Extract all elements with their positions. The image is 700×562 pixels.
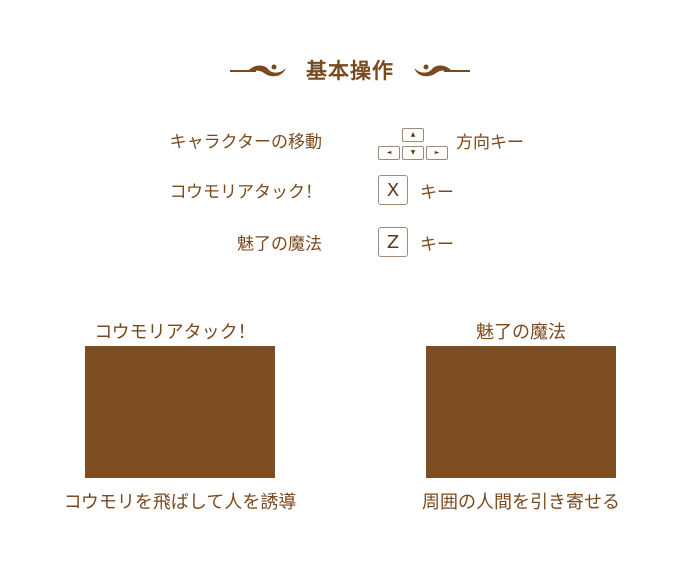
z-key: Z bbox=[378, 227, 408, 257]
panel-image-bat-attack bbox=[85, 346, 275, 478]
control-label-move: キャラクターの移動 bbox=[169, 132, 322, 153]
ornament-left-icon bbox=[230, 64, 286, 77]
move-keys: ▲ ◄ ▼ ► 方向キー bbox=[378, 120, 524, 160]
panel-image-charm bbox=[426, 346, 616, 478]
control-suffix-bat-attack: キー bbox=[420, 182, 454, 203]
control-row-move: キャラクターの移動 ▲ ◄ ▼ ► 方向キー bbox=[0, 120, 700, 160]
ornament-right-icon bbox=[414, 64, 470, 77]
control-suffix-charm: キー bbox=[420, 234, 454, 255]
arrow-down-key: ▼ bbox=[402, 146, 424, 160]
x-key: X bbox=[378, 175, 408, 205]
panel-title-bat-attack: コウモリアタック！ bbox=[94, 322, 256, 343]
panel-charm: 魅了の魔法 周囲の人間を引き寄せる bbox=[391, 318, 651, 518]
arrow-left-key: ◄ bbox=[378, 146, 400, 160]
control-label-charm: 魅了の魔法 bbox=[237, 234, 322, 255]
control-row-charm: 魅了の魔法 Z キー bbox=[0, 222, 700, 262]
arrow-keys: ▲ ◄ ▼ ► bbox=[378, 122, 448, 160]
arrow-up-key: ▲ bbox=[402, 128, 424, 142]
panel-caption-charm: 周囲の人間を引き寄せる bbox=[422, 492, 620, 513]
control-label-bat-attack: コウモリアタック！ bbox=[169, 182, 322, 203]
page-title: 基本操作 bbox=[306, 59, 394, 83]
bat-attack-keys: X キー bbox=[378, 170, 454, 210]
control-row-bat-attack: コウモリアタック！ X キー bbox=[0, 170, 700, 210]
arrow-right-key: ► bbox=[426, 146, 448, 160]
panel-caption-bat-attack: コウモリを飛ばして人を誘導 bbox=[63, 492, 297, 513]
header: 基本操作 bbox=[0, 52, 700, 88]
panel-title-charm: 魅了の魔法 bbox=[476, 322, 566, 343]
charm-keys: Z キー bbox=[378, 222, 454, 262]
control-suffix-move: 方向キー bbox=[456, 132, 524, 153]
panel-bat-attack: コウモリアタック！ コウモリを飛ばして人を誘導 bbox=[50, 318, 310, 518]
